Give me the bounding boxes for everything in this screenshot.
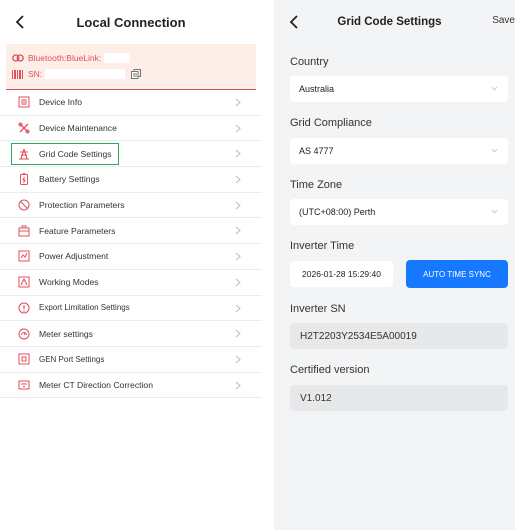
mode-icon <box>17 276 30 289</box>
menu-item-meter-ct-direction-correction[interactable]: Meter CT Direction Correction <box>0 373 262 399</box>
shield-icon <box>17 199 30 212</box>
menu-item-power-adjustment[interactable]: Power Adjustment <box>0 244 262 270</box>
bluetooth-row: Bluetooth:BlueLink: <box>12 50 250 66</box>
gen-port-icon <box>17 353 30 366</box>
menu-item-label: Battery Settings <box>39 174 100 185</box>
highlight-box <box>11 143 119 166</box>
chevron-down-icon <box>491 148 498 153</box>
tools-icon <box>17 122 30 135</box>
menu-item-battery-settings[interactable]: Battery Settings <box>0 167 262 193</box>
menu-item-label: Device Maintenance <box>39 123 117 134</box>
grid-code-header: Grid Code Settings Save <box>274 0 515 44</box>
certified-version-label: Certified version <box>290 364 370 376</box>
time-zone-label: Time Zone <box>290 179 343 191</box>
bluetooth-name-mask <box>104 53 131 63</box>
inverter-sn-value: H2T2203Y2534E5A00019 <box>300 330 417 342</box>
menu-item-label: Export Limitation Settings <box>39 303 130 313</box>
chevron-down-icon <box>491 209 498 214</box>
meter-icon <box>17 327 30 340</box>
chevron-down-icon <box>491 86 498 91</box>
menu-item-device-info[interactable]: Device Info <box>0 90 262 116</box>
back-icon[interactable] <box>10 12 30 32</box>
inverter-time-label: Inverter Time <box>290 240 355 252</box>
grid-compliance-label: Grid Compliance <box>290 117 372 129</box>
local-connection-header: Local Connection <box>0 0 262 44</box>
menu-item-export-limitation-settings[interactable]: Export Limitation Settings <box>0 296 262 322</box>
page-title: Local Connection <box>76 14 186 30</box>
menu-item-label: Meter CT Direction Correction <box>39 379 153 390</box>
menu-item-label: Device Info <box>39 97 82 108</box>
page-title: Grid Code Settings <box>337 16 442 28</box>
chevron-right-icon <box>235 304 241 312</box>
menu-item-gen-port-settings[interactable]: GEN Port Settings <box>0 347 262 373</box>
certified-version-value: V1.012 <box>300 392 332 404</box>
menu-item-device-maintenance[interactable]: Device Maintenance <box>0 116 262 142</box>
settings-menu: Device Info Device Maintenance Grid Code… <box>0 90 262 399</box>
feature-icon <box>17 224 30 237</box>
chevron-right-icon <box>235 252 241 261</box>
inverter-time-field[interactable]: 2026-01-28 15:29:40 <box>290 261 393 287</box>
chevron-right-icon <box>235 355 241 364</box>
chevron-right-icon <box>235 381 241 389</box>
bluetooth-label: Bluetooth:BlueLink: <box>28 53 102 63</box>
list-icon <box>17 96 30 109</box>
chevron-right-icon <box>235 227 241 235</box>
save-button[interactable]: Save <box>492 15 515 26</box>
menu-item-grid-code-settings[interactable]: Grid Code Settings <box>0 141 262 168</box>
battery-icon <box>17 173 30 186</box>
menu-item-protection-parameters[interactable]: Protection Parameters <box>0 193 262 219</box>
connection-info-box: Bluetooth:BlueLink: SN: <box>6 44 256 90</box>
menu-item-label: Protection Parameters <box>39 200 125 211</box>
menu-item-label: Meter settings <box>39 328 93 339</box>
inverter-sn-label: Inverter SN <box>290 303 346 315</box>
chevron-right-icon <box>235 201 241 210</box>
chevron-right-icon <box>235 175 241 184</box>
sn-row: SN: <box>12 66 250 82</box>
country-label: Country <box>290 56 329 68</box>
country-select[interactable]: Australia <box>290 76 508 102</box>
sn-label: SN: <box>28 69 43 79</box>
sn-value-mask <box>45 69 126 79</box>
chevron-right-icon <box>235 278 241 287</box>
time-zone-value: (UTC+08:00) Perth <box>299 207 376 217</box>
menu-item-label: Feature Parameters <box>39 225 116 236</box>
copy-icon[interactable] <box>131 69 142 79</box>
grid-code-settings-screen: Grid Code Settings Save Country Australi… <box>274 0 515 530</box>
power-adjust-icon <box>17 250 30 263</box>
back-icon[interactable] <box>284 12 304 32</box>
link-icon <box>12 53 24 63</box>
local-connection-screen: Local Connection Bluetooth:BlueLink: SN: <box>0 0 262 530</box>
time-zone-select[interactable]: (UTC+08:00) Perth <box>290 199 508 225</box>
chevron-right-icon <box>235 124 241 133</box>
barcode-icon <box>12 69 24 79</box>
menu-item-meter-settings[interactable]: Meter settings <box>0 321 262 347</box>
certified-version-field: V1.012 <box>290 385 508 411</box>
menu-item-feature-parameters[interactable]: Feature Parameters <box>0 218 262 245</box>
menu-item-working-modes[interactable]: Working Modes <box>0 270 262 296</box>
inverter-time-value: 2026-01-28 15:29:40 <box>302 269 381 279</box>
grid-compliance-value: AS 4777 <box>299 146 334 156</box>
menu-item-label: Working Modes <box>39 277 99 288</box>
inverter-sn-field: H2T2203Y2534E5A00019 <box>290 323 508 349</box>
menu-item-label: GEN Port Settings <box>39 354 105 364</box>
chevron-right-icon <box>235 98 241 107</box>
chevron-right-icon <box>235 329 241 338</box>
menu-item-label: Power Adjustment <box>39 251 109 262</box>
grid-compliance-select[interactable]: AS 4777 <box>290 138 508 164</box>
country-value: Australia <box>299 84 335 94</box>
chevron-right-icon <box>235 149 241 158</box>
export-limit-icon <box>17 301 30 314</box>
auto-time-sync-button[interactable]: AUTO TIME SYNC <box>406 260 508 288</box>
ct-direction-icon <box>17 378 30 391</box>
